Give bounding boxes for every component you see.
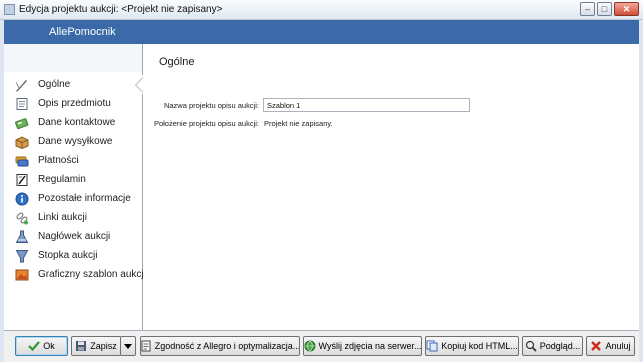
sidebar-item-dane-kontaktowe[interactable]: Dane kontaktowe xyxy=(4,113,143,132)
sidebar-item-ogolne[interactable]: Ogólne xyxy=(4,75,144,94)
sidebar-item-label: Stopka aukcji xyxy=(38,250,98,261)
sidebar-item-label: Regulamin xyxy=(38,174,86,185)
cancel-button[interactable]: Anuluj xyxy=(586,336,635,356)
red-x-icon xyxy=(590,340,602,352)
sidebar-item-pozostale-informacje[interactable]: Pozostałe informacje xyxy=(4,189,143,208)
sidebar-item-label: Ogólne xyxy=(38,79,71,90)
save-dropdown-arrow[interactable] xyxy=(120,336,136,356)
window-controls: – □ ✕ xyxy=(580,2,639,16)
payment-cards-icon xyxy=(15,154,29,168)
preview-button[interactable]: Podgląd... xyxy=(522,336,583,356)
template-icon xyxy=(15,268,29,282)
sidebar-item-label: Opis przedmiotu xyxy=(38,98,111,109)
project-location-label: Położenie projektu opisu aukcji: xyxy=(153,119,259,128)
copy-icon xyxy=(426,340,438,352)
compatibility-button[interactable]: Zgodność z Allegro i optymalizacja... xyxy=(140,336,300,356)
window-titlebar[interactable]: Edycja projektu aukcji: <Projekt nie zap… xyxy=(0,0,643,20)
preview-button-label: Podgląd... xyxy=(539,341,581,351)
maximize-button[interactable]: □ xyxy=(597,2,612,16)
sidebar-item-label: Dane kontaktowe xyxy=(38,117,116,128)
button-bar: Ok Zapisz Zgodność z Allegro i optymaliz… xyxy=(4,330,639,362)
sidebar-item-naglowek-aukcji[interactable]: Nagłówek aukcji xyxy=(4,227,143,246)
magnifier-icon xyxy=(525,340,537,352)
sidebar-top-strip xyxy=(4,44,142,72)
package-icon xyxy=(15,135,29,149)
info-icon xyxy=(15,192,29,206)
ok-button[interactable]: Ok xyxy=(15,336,68,356)
compatibility-button-label: Zgodność z Allegro i optymalizacja... xyxy=(154,341,300,351)
header-flask-icon xyxy=(15,230,29,244)
copy-html-button[interactable]: Kopiuj kod HTML... xyxy=(425,336,519,356)
links-icon xyxy=(15,211,29,225)
minimize-button[interactable]: – xyxy=(580,2,595,16)
app-header: AllePomocnik xyxy=(4,20,639,44)
floppy-disk-icon xyxy=(75,340,87,352)
sidebar-item-label: Linki aukcji xyxy=(38,212,87,223)
sidebar-item-graficzny-szablon-aukcji[interactable]: Graficzny szablon aukcji xyxy=(4,265,146,284)
ok-button-label: Ok xyxy=(43,341,55,351)
sidebar-item-dane-wysylkowe[interactable]: Dane wysyłkowe xyxy=(4,132,143,151)
project-name-input[interactable] xyxy=(263,98,470,112)
sidebar-item-label: Graficzny szablon aukcji xyxy=(38,269,146,280)
copy-html-button-label: Kopiuj kod HTML... xyxy=(441,341,518,351)
app-icon xyxy=(4,4,15,15)
sidebar: Ogólne Opis przedmiotu Dane kontaktowe D… xyxy=(4,44,146,330)
document-check-icon xyxy=(141,340,152,352)
cancel-button-label: Anuluj xyxy=(605,341,631,351)
contact-card-icon xyxy=(15,116,29,130)
app-title: AllePomocnik xyxy=(49,26,116,38)
window-title: Edycja projektu aukcji: <Projekt nie zap… xyxy=(19,4,223,15)
section-title: Ogólne xyxy=(159,56,195,68)
upload-photos-button[interactable]: Wyślij zdjęcia na serwer... xyxy=(303,336,422,356)
content-panel: Ogólne Nazwa projektu opisu aukcji: Poło… xyxy=(143,44,639,330)
sidebar-item-regulamin[interactable]: Regulamin xyxy=(4,170,143,189)
sidebar-item-label: Nagłówek aukcji xyxy=(38,231,111,242)
footer-flask-icon xyxy=(15,249,29,263)
sidebar-list: Ogólne Opis przedmiotu Dane kontaktowe D… xyxy=(4,75,146,284)
document-icon xyxy=(15,97,29,111)
sidebar-item-opis-przedmiotu[interactable]: Opis przedmiotu xyxy=(4,94,143,113)
upload-photos-button-label: Wyślij zdjęcia na serwer... xyxy=(318,341,422,351)
pen-icon xyxy=(15,78,29,92)
project-name-label: Nazwa projektu opisu aukcji: xyxy=(163,101,259,110)
globe-upload-icon xyxy=(304,340,316,352)
save-button-label: Zapisz xyxy=(90,341,117,351)
sidebar-item-label: Płatności xyxy=(38,155,79,166)
sidebar-item-label: Dane wysyłkowe xyxy=(38,136,113,147)
window-frame-right xyxy=(639,20,643,362)
checkmark-icon xyxy=(28,340,41,352)
sidebar-item-stopka-aukcji[interactable]: Stopka aukcji xyxy=(4,246,143,265)
rules-icon xyxy=(15,173,29,187)
project-location-value: Projekt nie zapisany. xyxy=(264,119,333,128)
save-button[interactable]: Zapisz xyxy=(71,336,121,356)
sidebar-item-linki-aukcji[interactable]: Linki aukcji xyxy=(4,208,143,227)
sidebar-item-label: Pozostałe informacje xyxy=(38,193,131,204)
sidebar-item-platnosci[interactable]: Płatności xyxy=(4,151,143,170)
close-button[interactable]: ✕ xyxy=(614,2,639,16)
